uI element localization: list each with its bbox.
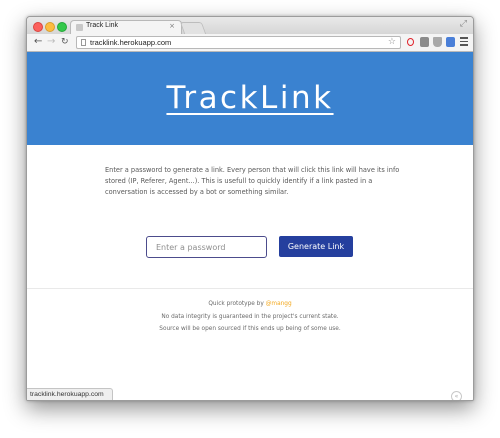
bookmark-star-icon[interactable]: ☆ [388, 36, 396, 49]
fullscreen-icon[interactable]: ⤢ [460, 19, 467, 29]
back-arrow-icon[interactable]: ← [34, 36, 42, 48]
pocket-extension-icon[interactable] [433, 37, 442, 47]
brand-logo[interactable]: TrackLink [27, 80, 473, 116]
window-close-button[interactable] [33, 22, 43, 32]
window-minimize-button[interactable] [45, 22, 55, 32]
status-bar: tracklink.herokuapp.com [27, 388, 113, 400]
extension-badge-icon[interactable]: « [451, 391, 462, 400]
tab-title: Track Link [86, 22, 119, 29]
footer-credit-prefix: Quick prototype by [208, 301, 266, 307]
intro-text: Enter a password to generate a link. Eve… [105, 166, 400, 196]
hero-banner: TrackLink [27, 52, 473, 145]
translate-extension-icon[interactable] [446, 37, 455, 47]
tab-strip: Track Link × ⤢ [27, 17, 473, 34]
footer: Quick prototype by @mangg No data integr… [27, 298, 473, 336]
menu-icon[interactable] [460, 37, 468, 46]
reload-icon[interactable]: ↻ [61, 36, 69, 48]
footer-source-note: Source will be open sourced if this ends… [159, 326, 341, 332]
divider [27, 288, 473, 289]
window-zoom-button[interactable] [57, 22, 67, 32]
address-url[interactable]: tracklink.herokuapp.com [90, 37, 171, 49]
adblock-extension-icon[interactable] [420, 37, 429, 47]
new-tab-button[interactable] [179, 22, 207, 34]
password-input[interactable] [146, 236, 267, 258]
author-link[interactable]: @mangg [266, 301, 292, 307]
opera-extension-icon[interactable] [406, 37, 415, 47]
footer-credit: Quick prototype by @mangg [27, 298, 473, 311]
generate-link-button[interactable]: Generate Link [279, 236, 353, 257]
browser-window: Track Link × ⤢ ← → ↻ tracklink.herokuapp… [26, 16, 474, 401]
browser-toolbar: ← → ↻ tracklink.herokuapp.com ☆ [27, 34, 473, 52]
page-content: TrackLink Enter a password to generate a… [27, 52, 473, 400]
tab-track-link[interactable]: Track Link × [70, 20, 182, 34]
forward-arrow-icon[interactable]: → [47, 36, 55, 48]
page-favicon-icon [76, 24, 83, 31]
footer-integrity-note: No data integrity is guaranteed in the p… [161, 313, 339, 320]
address-bar[interactable]: tracklink.herokuapp.com ☆ [76, 36, 401, 49]
page-icon [81, 39, 86, 46]
tab-close-icon[interactable]: × [169, 22, 175, 30]
